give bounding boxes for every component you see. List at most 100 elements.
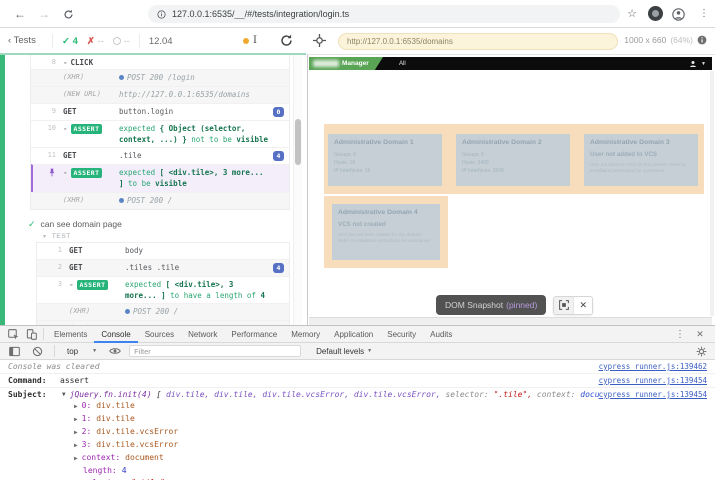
- aut-url-bar[interactable]: http://127.0.0.1:6535/domains: [338, 33, 618, 50]
- assert-row-length[interactable]: 3 -ASSERT expected [ <div.tile>, 3 more.…: [37, 276, 289, 304]
- inspect-element-icon[interactable]: [4, 326, 22, 342]
- chevron-down-icon: ▼: [92, 348, 97, 354]
- tab-elements[interactable]: Elements: [47, 326, 94, 343]
- aut-app-header: Manager All ▼: [309, 57, 712, 70]
- tab-application[interactable]: Application: [327, 326, 380, 343]
- devtools-tabbar: Elements Console Sources Network Perform…: [0, 326, 715, 343]
- tab-audits[interactable]: Audits: [423, 326, 459, 343]
- clear-console-icon[interactable]: [28, 343, 46, 359]
- snapshot-buttons: ✕: [553, 296, 593, 315]
- object-property-row[interactable]: ▶ 2: div.tile.vcsError: [0, 426, 715, 439]
- bookmark-star-icon[interactable]: ☆: [624, 6, 640, 22]
- command-row-get-tile[interactable]: 11 GET .tile 4: [31, 147, 289, 164]
- command-log-panel: 8 -CLICK (XHR) POST 200 /login (NEW URL)…: [0, 55, 306, 325]
- context-selector[interactable]: top▼: [63, 347, 101, 356]
- devtools-panel: Elements Console Sources Network Perform…: [0, 325, 715, 480]
- object-property-row[interactable]: ▶ 1: div.tile: [0, 413, 715, 426]
- tab-memory[interactable]: Memory: [284, 326, 327, 343]
- devtools-close-icon[interactable]: ✕: [691, 326, 709, 342]
- live-expression-eye-icon[interactable]: [106, 343, 124, 359]
- pending-count: --: [113, 36, 130, 47]
- test2-command-list: 1 GET body 2 GET .tiles .tile 4 3 -ASSER…: [36, 242, 290, 325]
- dom-snapshot-controls: DOM Snapshot(pinned) ✕: [436, 295, 593, 315]
- expand-triangle-icon[interactable]: ▶: [74, 441, 78, 451]
- scrollbar-thumb[interactable]: [295, 119, 301, 165]
- snapshot-highlight-button[interactable]: [554, 297, 573, 314]
- app-brand: Manager: [309, 57, 383, 70]
- source-link[interactable]: cypress_runner.js:139454: [599, 376, 707, 385]
- aut-scrollbar[interactable]: [710, 71, 714, 316]
- expand-triangle-icon[interactable]: ▶: [74, 415, 78, 425]
- restart-tests-icon[interactable]: [280, 34, 293, 52]
- devtools-menu-icon[interactable]: ⋮: [671, 326, 689, 342]
- viewport-info: 1000 x 660 (64%): [624, 35, 707, 45]
- console-settings-gear-icon[interactable]: [692, 343, 710, 359]
- object-property-row[interactable]: ▶ context: document: [0, 452, 715, 465]
- source-link[interactable]: cypress_runner.js:139462: [599, 362, 707, 371]
- source-link[interactable]: cypress_runner.js:139454: [599, 390, 707, 399]
- expand-triangle-icon[interactable]: ▶: [74, 428, 78, 438]
- test-section-toggle[interactable]: ▼ TEST: [42, 233, 306, 240]
- command-row-get-body[interactable]: 1 GET body: [37, 243, 289, 259]
- xhr-log-row[interactable]: (XHR) POST 200 /: [31, 192, 289, 209]
- aut-url-text: http://127.0.0.1:6535/domains: [347, 37, 453, 46]
- tile-domain-4[interactable]: Administrative Domain 4 VCS not created …: [332, 204, 440, 260]
- url-text: 127.0.0.1:6535/__/#/tests/integration/lo…: [172, 9, 349, 19]
- test-title-can-see-domain-page[interactable]: ✓ can see domain page: [28, 219, 306, 230]
- object-property-row[interactable]: ▶ 3: div.tile.vcsError: [0, 439, 715, 452]
- tab-performance[interactable]: Performance: [224, 326, 284, 343]
- tab-sources[interactable]: Sources: [138, 326, 181, 343]
- tab-network[interactable]: Network: [181, 326, 224, 343]
- tile-domain-3[interactable]: Administrative Domain 3 User not added t…: [584, 134, 698, 186]
- snapshot-scrubber[interactable]: I: [243, 36, 257, 46]
- xhr-dot-icon: [119, 75, 124, 80]
- test-passed-check-icon: ✓: [28, 219, 36, 230]
- failed-count: ✗ --: [87, 36, 104, 47]
- expand-triangle-icon[interactable]: ▶: [74, 402, 78, 412]
- console-filter-input[interactable]: [129, 345, 301, 357]
- test-stats: ✓ 4 ✗ -- -- 12.04: [52, 28, 173, 54]
- command-row-get-tiles[interactable]: 2 GET .tiles .tile 4: [37, 259, 289, 276]
- extension-icon[interactable]: [648, 6, 663, 21]
- object-property-row[interactable]: ▶ 0: div.tile: [0, 400, 715, 413]
- xhr-log-row[interactable]: (XHR) POST 200 /: [37, 303, 289, 320]
- log-levels-dropdown[interactable]: Default levels▼: [316, 347, 372, 356]
- console-sidebar-icon[interactable]: [5, 343, 23, 359]
- command-row-get-button[interactable]: 9 GET button.login 0: [31, 103, 289, 120]
- passed-count: ✓ 4: [62, 36, 78, 47]
- user-menu[interactable]: ▼: [689, 60, 712, 68]
- new-url-log-row[interactable]: (NEW URL) http://127.0.0.1:6535/domains: [31, 86, 289, 103]
- aut-preview-panel: Manager All ▼ Administrative Domain 1 Gr…: [307, 55, 715, 325]
- back-to-tests-button[interactable]: ‹ Tests: [8, 35, 36, 46]
- assert-row-not-visible[interactable]: 10 -ASSERT expected { Object (selector, …: [31, 120, 289, 148]
- reload-icon[interactable]: [60, 6, 76, 22]
- tile-domain-1[interactable]: Administrative Domain 1 Groups: 8 Hosts:…: [328, 134, 442, 186]
- xhr-log-row[interactable]: (XHR) POST 200 /login: [31, 69, 289, 86]
- browser-menu-icon[interactable]: ⋮: [696, 6, 712, 22]
- nav-tab-all[interactable]: All: [399, 61, 406, 67]
- profile-avatar-icon[interactable]: [670, 6, 686, 22]
- back-icon[interactable]: ←: [12, 6, 28, 22]
- expand-triangle-icon[interactable]: ▼: [62, 391, 66, 398]
- pinned-assert-row[interactable]: -ASSERT expected [ <div.tile>, 3 more...…: [31, 164, 289, 192]
- viewport-info-icon[interactable]: [697, 35, 707, 45]
- tab-console[interactable]: Console: [94, 326, 137, 343]
- address-bar[interactable]: 127.0.0.1:6535/__/#/tests/integration/lo…: [148, 5, 620, 23]
- snapshot-close-button[interactable]: ✕: [573, 297, 592, 314]
- site-info-icon[interactable]: [157, 10, 166, 19]
- selector-playground-icon[interactable]: [313, 34, 326, 52]
- forward-icon[interactable]: →: [36, 6, 52, 22]
- test1-command-list: 8 -CLICK (XHR) POST 200 /login (NEW URL)…: [30, 55, 290, 210]
- object-property-row[interactable]: length: 4: [0, 465, 715, 477]
- command-row-click[interactable]: 8 -CLICK: [31, 55, 289, 69]
- device-toolbar-icon[interactable]: [22, 326, 40, 342]
- console-cleared-row: Console was cleared cypress_runner.js:13…: [0, 360, 715, 374]
- tab-security[interactable]: Security: [380, 326, 423, 343]
- reporter-scrollbar[interactable]: [293, 55, 302, 325]
- viewport-size: 1000 x 660: [624, 35, 666, 45]
- console-command-row: Command: assert cypress_runner.js:139454: [0, 374, 715, 388]
- tile-domain-2[interactable]: Administrative Domain 2 Groups: 5 Hosts:…: [456, 134, 570, 186]
- expand-triangle-icon[interactable]: ▶: [74, 454, 78, 464]
- viewport-scale: (64%): [670, 35, 693, 45]
- run-duration: 12.04: [149, 36, 173, 47]
